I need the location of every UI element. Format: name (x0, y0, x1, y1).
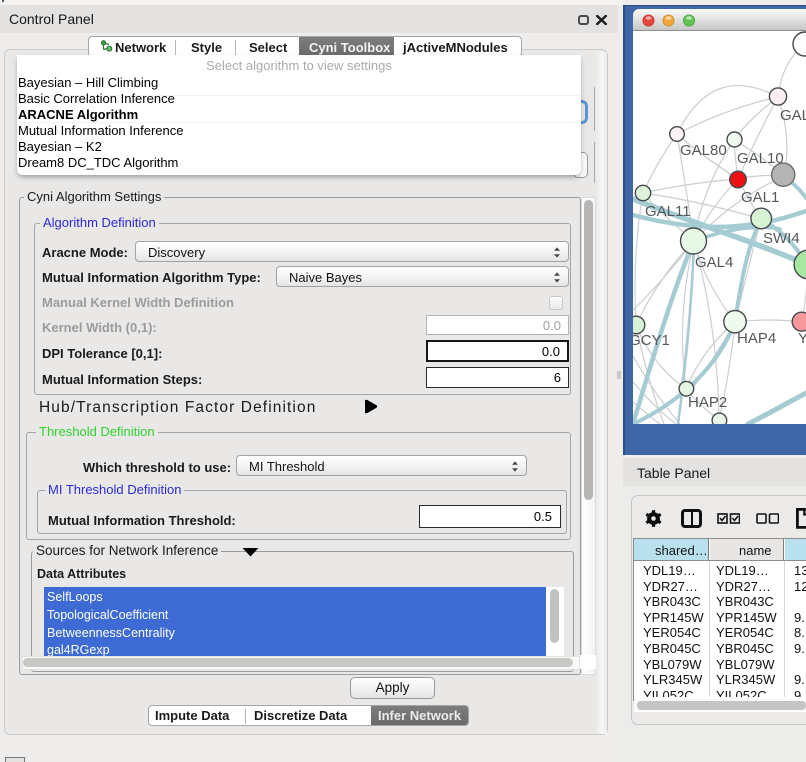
svg-text:GAL10: GAL10 (737, 150, 784, 167)
svg-text:GAL1: GAL1 (741, 189, 779, 206)
svg-text:SWI4: SWI4 (763, 230, 800, 247)
svg-text:HAP4: HAP4 (737, 330, 776, 347)
svg-text:GAL7: GAL7 (780, 107, 806, 124)
svg-text:GAL80: GAL80 (680, 142, 727, 159)
svg-text:GCY1: GCY1 (633, 332, 670, 349)
svg-text:Y: Y (798, 330, 806, 347)
svg-text:HAP2: HAP2 (688, 394, 727, 411)
svg-text:GAL11: GAL11 (645, 203, 691, 220)
svg-text:GAL4: GAL4 (695, 254, 733, 271)
